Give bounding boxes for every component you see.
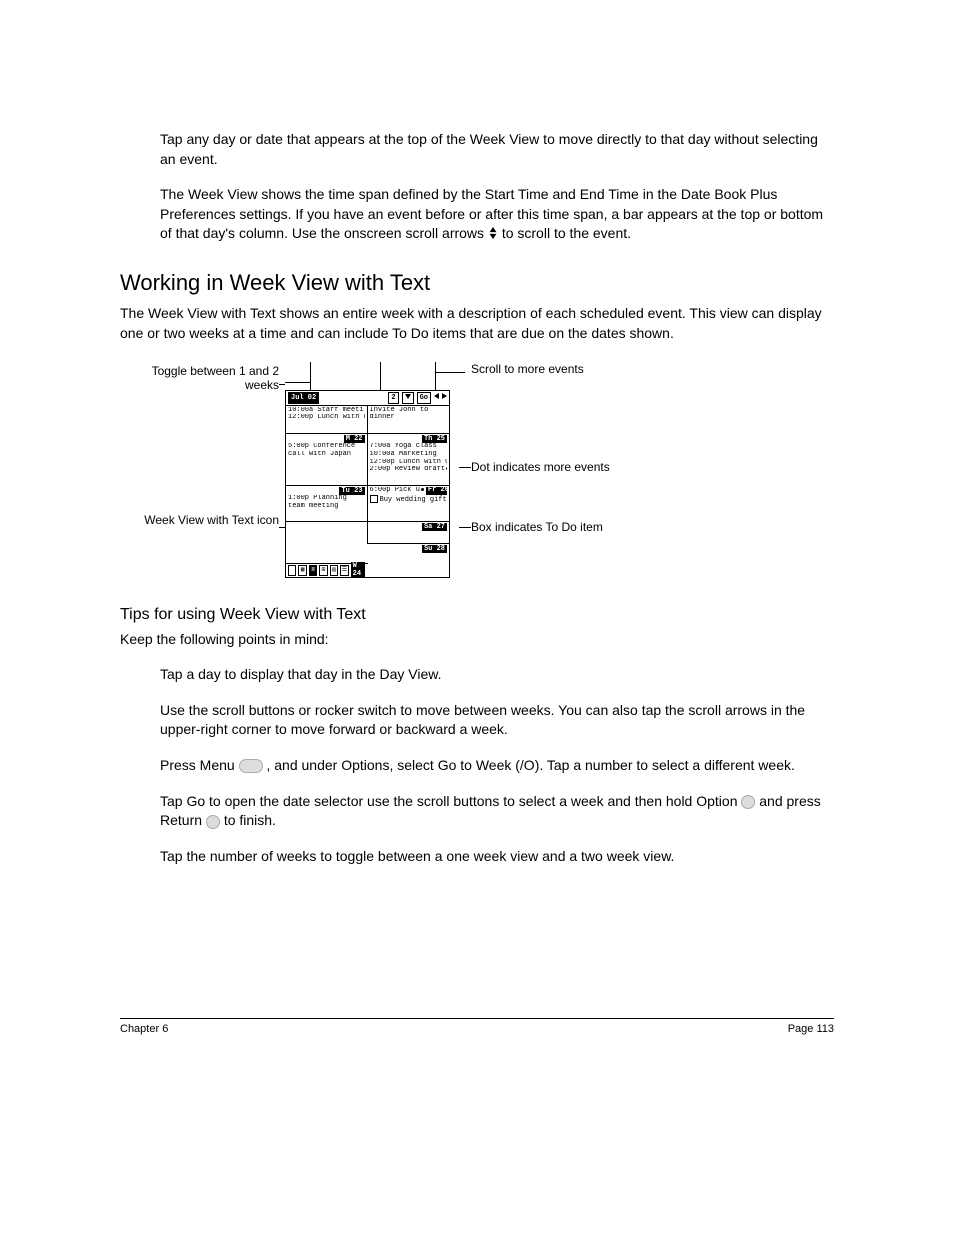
day-cell[interactable]: M 22 5:00p Conference call with Japan	[286, 434, 368, 486]
callout-icon: Week View with Text icon	[119, 513, 279, 527]
tip-5: Tap the number of weeks to toggle betwee…	[120, 847, 834, 867]
week-grid-icon[interactable]: ▦	[298, 565, 306, 576]
callout-scroll: Scroll to more events	[471, 362, 641, 376]
menu-key-icon	[239, 759, 263, 773]
sort-btn[interactable]	[402, 392, 414, 404]
tip-1: Tap a day to display that day in the Day…	[120, 665, 834, 685]
scroll-arrows-icon	[488, 225, 498, 245]
tips-heading: Tips for using Week View with Text	[120, 606, 834, 624]
tip-4: Tap Go to open the date selector use the…	[120, 792, 834, 831]
month-view-icon[interactable]: ⊞	[319, 565, 327, 576]
todo-checkbox-icon[interactable]	[370, 495, 378, 503]
page-footer: Chapter 6 Page 113	[120, 1018, 834, 1035]
day-cell[interactable]: Th 25 7:00a Yoga class 10:00a Marketing …	[368, 434, 450, 486]
footer-page: Page 113	[788, 1023, 834, 1035]
return-key-icon	[206, 815, 220, 829]
panel-toolbar: Jul 02 2 Go	[286, 391, 449, 406]
day-cell[interactable]: Invite John to dinner	[368, 406, 450, 434]
week-number-label: W 24	[351, 562, 366, 578]
day-cell[interactable]: 6:00p Pick uFr 26 Buy wedding gift	[368, 486, 450, 522]
view-icon-bar: ▦ ≣ ⊞ ▤ ☰ W 24	[286, 563, 368, 577]
callout-box: Box indicates To Do item	[471, 520, 641, 534]
day-cell[interactable]: Su 28	[368, 544, 450, 564]
weeks-toggle[interactable]: 2	[388, 392, 398, 404]
tip-2: Use the scroll buttons or rocker switch …	[120, 701, 834, 740]
section-heading: Working in Week View with Text	[120, 270, 834, 296]
more-events-dot	[446, 467, 447, 470]
next-week-icon[interactable]	[442, 393, 447, 402]
week-text-icon[interactable]: ≣	[309, 565, 317, 576]
intro-para-2b: to scroll to the event.	[502, 225, 631, 241]
day-cell[interactable]: 10:00a Staff meeti 12:00p Lunch with L	[286, 406, 368, 434]
prev-week-icon[interactable]	[434, 393, 439, 402]
tip-3: Press Menu , and under Options, select G…	[120, 756, 834, 776]
date-label[interactable]: Jul 02	[288, 392, 319, 404]
tips-intro: Keep the following points in mind:	[120, 630, 834, 650]
go-btn[interactable]: Go	[417, 392, 431, 404]
year-view-icon[interactable]: ▤	[330, 565, 338, 576]
section-para: The Week View with Text shows an entire …	[120, 304, 834, 343]
footer-chapter: Chapter 6	[120, 1023, 168, 1035]
day-cell[interactable]: Tu 23 1:00p Planning team meeting	[286, 486, 368, 522]
week-view-diagram: Toggle between 1 and 2 weeks Week View w…	[120, 362, 834, 578]
day-cell[interactable]: Sa 27	[368, 522, 450, 543]
option-key-icon	[741, 795, 755, 809]
day-view-icon[interactable]	[288, 565, 296, 576]
callout-dot: Dot indicates more events	[471, 460, 641, 474]
intro-para-2: The Week View shows the time span define…	[120, 185, 834, 244]
intro-para-1: Tap any day or date that appears at the …	[120, 130, 834, 169]
day-cell[interactable]	[286, 522, 368, 543]
list-view-icon[interactable]: ☰	[340, 565, 348, 576]
callout-toggle: Toggle between 1 and 2 weeks	[119, 364, 279, 393]
